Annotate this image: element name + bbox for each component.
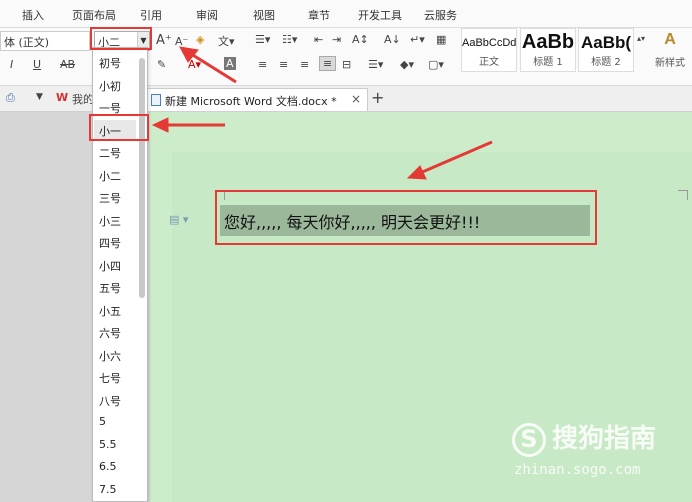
arrow-to-font-size bbox=[187, 50, 237, 84]
sogou-logo-icon: S bbox=[512, 422, 546, 457]
arrow-to-text-head bbox=[406, 165, 427, 180]
watermark-url: zhinan.sogo.com bbox=[514, 462, 641, 478]
sogou-watermark: S 搜狗指南 bbox=[512, 418, 656, 457]
arrow-to-font-size-head bbox=[179, 46, 199, 63]
arrow-to-text bbox=[419, 140, 493, 175]
watermark-brand: 搜狗指南 bbox=[552, 424, 657, 454]
arrow-to-size-option-head bbox=[151, 117, 169, 133]
